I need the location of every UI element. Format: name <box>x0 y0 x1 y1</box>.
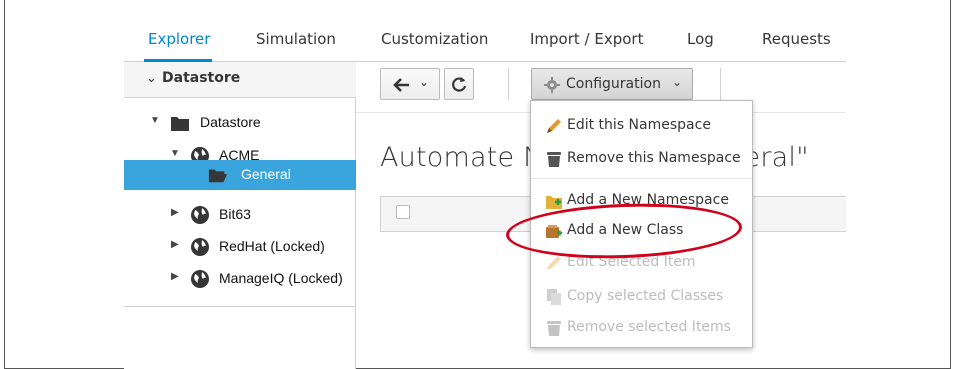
pencil-icon <box>547 119 561 133</box>
refresh-icon <box>452 77 467 92</box>
accordion-header-datastore[interactable]: ⌄ Datastore <box>124 62 356 98</box>
menu-item-edit-namespace[interactable]: Edit this Namespace <box>531 110 752 140</box>
globe-icon <box>191 206 209 224</box>
tree-node-label: ManageIQ (Locked) <box>219 270 343 286</box>
collapse-caret-icon[interactable]: ▶ <box>171 207 179 218</box>
top-tab-bar: Explorer Simulation Customization Import… <box>124 18 846 62</box>
tree-node-label: RedHat (Locked) <box>219 238 325 254</box>
page-title-right: eral" <box>743 142 809 173</box>
tab-simulation[interactable]: Simulation <box>256 30 336 48</box>
tree-node-redhat[interactable]: ▶ RedHat (Locked) <box>124 232 356 262</box>
expand-caret-icon[interactable]: ▼ <box>150 115 160 126</box>
toolbar-separator <box>508 68 509 100</box>
toolbar-separator <box>720 68 721 100</box>
sidebar-divider <box>124 306 356 307</box>
tree-node-label: General <box>241 166 291 182</box>
collapse-caret-icon[interactable]: ▶ <box>171 271 179 282</box>
chevron-down-icon: ⌄ <box>672 75 683 89</box>
tree-node-bit63[interactable]: ▶ Bit63 <box>124 200 356 230</box>
chevron-down-icon: ⌄ <box>419 75 430 89</box>
back-button[interactable]: ⌄ <box>380 68 440 100</box>
trash-icon <box>547 321 561 336</box>
folder-icon <box>171 117 189 131</box>
page-title-left: Automate N <box>380 142 544 173</box>
menu-item-label: Remove selected Items <box>567 319 731 335</box>
arrow-left-icon <box>393 78 409 92</box>
collapse-caret-icon[interactable]: ▶ <box>171 239 179 250</box>
pencil-icon <box>547 256 561 270</box>
configuration-label: Configuration <box>566 76 661 92</box>
gear-icon <box>544 77 560 93</box>
menu-divider <box>531 178 752 179</box>
expand-caret-icon[interactable]: ▼ <box>170 148 180 159</box>
menu-item-remove-namespace[interactable]: Remove this Namespace <box>531 143 752 173</box>
menu-item-label: Copy selected Classes <box>567 288 724 304</box>
select-all-checkbox[interactable] <box>396 205 410 219</box>
tree-node-label: Datastore <box>200 114 261 130</box>
folder-add-icon <box>546 196 562 209</box>
tab-customization[interactable]: Customization <box>381 30 488 48</box>
tree-node-manageiq[interactable]: ▶ ManageIQ (Locked) <box>124 264 356 294</box>
menu-item-label: Edit this Namespace <box>567 117 711 133</box>
tab-requests[interactable]: Requests <box>762 30 831 48</box>
sidebar: ⌄ Datastore ▼ Datastore ▼ ACME General ▶ <box>124 62 356 369</box>
menu-item-copy-classes: Copy selected Classes <box>531 281 752 311</box>
tab-import-export[interactable]: Import / Export <box>530 30 643 48</box>
folder-open-icon <box>208 169 228 183</box>
menu-item-remove-selected: Remove selected Items <box>531 312 752 342</box>
refresh-button[interactable] <box>444 68 474 100</box>
globe-icon <box>191 238 209 256</box>
configuration-button[interactable]: Configuration ⌄ <box>531 68 693 100</box>
tab-log[interactable]: Log <box>687 30 714 48</box>
copy-icon <box>547 289 561 305</box>
tab-explorer[interactable]: Explorer <box>148 30 210 48</box>
tree-node-datastore[interactable]: ▼ Datastore <box>124 108 356 138</box>
accordion-title: Datastore <box>162 70 241 86</box>
tree-node-label: Bit63 <box>219 206 251 222</box>
trash-icon <box>547 152 561 167</box>
globe-icon <box>191 270 209 288</box>
menu-item-label: Remove this Namespace <box>567 150 741 166</box>
chevron-down-icon: ⌄ <box>146 70 157 85</box>
tree-node-general[interactable]: General <box>124 160 356 190</box>
